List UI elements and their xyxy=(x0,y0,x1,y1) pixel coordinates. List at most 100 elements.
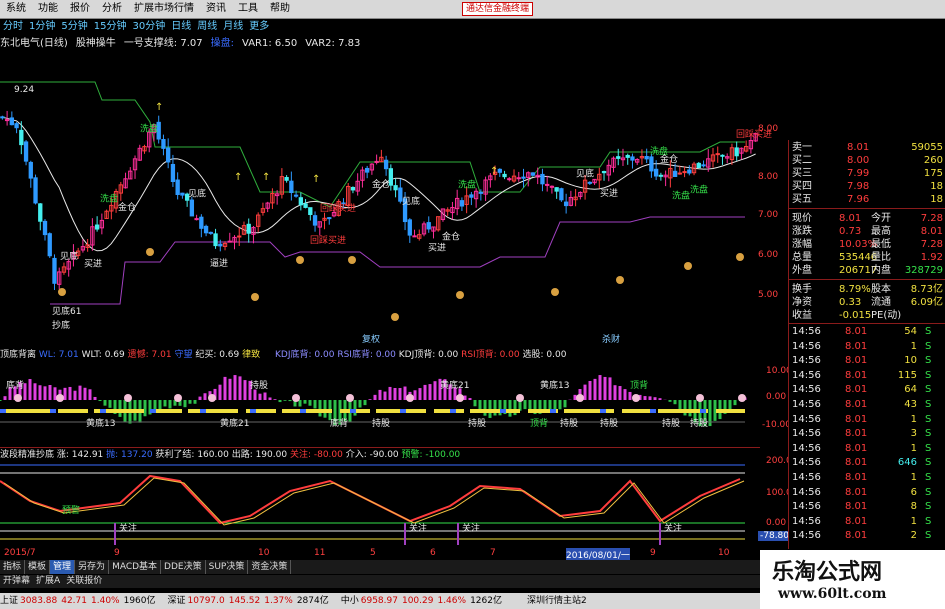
tick-row[interactable]: 14:56 8.01 8 S xyxy=(789,500,945,514)
indicator-tab[interactable]: 模板 xyxy=(25,560,51,574)
tick-row[interactable]: 14:56 8.01 6 S xyxy=(789,486,945,500)
ind1-title[interactable]: 顶底背离 xyxy=(0,350,36,360)
candle-body xyxy=(601,170,607,174)
tick-row[interactable]: 14:56 8.01 64 S xyxy=(789,383,945,397)
tick-side: S xyxy=(925,428,932,440)
bottom-label[interactable]: 杀财 xyxy=(602,332,620,345)
tick-side: S xyxy=(925,472,932,483)
tick-time: 14:56 xyxy=(792,413,821,425)
tick-row[interactable]: 14:56 8.01 43 S xyxy=(789,398,945,412)
tick-row[interactable]: 14:56 8.01 10 S xyxy=(789,354,945,368)
index-quote[interactable]: 深证 10797.0 145.52 1.37% 2874亿 xyxy=(168,596,335,606)
warn-label: 预警 xyxy=(62,506,81,516)
candle-body xyxy=(682,171,687,174)
signal-dot xyxy=(456,394,464,402)
tick-side: S xyxy=(925,326,932,337)
bottom-label[interactable]: 复权 xyxy=(362,332,380,345)
index-value: 6958.97 xyxy=(360,596,398,606)
money-bag-icon xyxy=(551,288,559,296)
promo-badge[interactable]: 通达信金融终端 xyxy=(461,2,533,16)
menu-quote[interactable]: 报价 xyxy=(64,0,96,18)
candle-body xyxy=(502,173,507,178)
attention-label: 关注 xyxy=(462,522,480,534)
menu-function[interactable]: 功能 xyxy=(32,0,64,18)
signal-dot xyxy=(576,394,584,402)
indicator-tab[interactable]: 另存为 xyxy=(75,560,110,574)
menu-system[interactable]: 系统 xyxy=(0,0,32,18)
indicator-tab[interactable]: DDE决策 xyxy=(161,560,206,574)
tick-side: S xyxy=(925,457,932,469)
menu-tools[interactable]: 工具 xyxy=(232,0,264,18)
period-tab[interactable]: 5分钟 xyxy=(58,19,90,35)
indicator1-label: 顶背 xyxy=(530,417,548,429)
tick-time: 14:56 xyxy=(792,326,821,337)
period-tab[interactable]: 月线 xyxy=(220,19,246,35)
attention-label: 关注 xyxy=(664,522,682,534)
period-tab[interactable]: 更多 xyxy=(246,19,272,35)
candlestick-chart[interactable]: 洗盘金仓见底买进见底逼进洗盘回踩买进回踩买进金仓见底买进洗盘金仓见底买进洗盘洗盘… xyxy=(0,52,788,348)
tick-row[interactable]: 14:56 8.01 1 S xyxy=(789,471,945,485)
ind1-jm: 纪买: 0.69 xyxy=(195,350,240,360)
tick-row[interactable]: 14:56 8.01 1 S xyxy=(789,442,945,456)
low-label: 见底61 xyxy=(52,307,82,317)
indicator-tab[interactable]: 资金决策 xyxy=(248,560,292,574)
extra-tab[interactable]: 关联报价 xyxy=(63,575,105,588)
indicator1-label: 持股 xyxy=(690,417,708,429)
tick-row[interactable]: 14:56 8.01 1 S xyxy=(789,515,945,529)
candle-body xyxy=(14,123,19,129)
candle-body xyxy=(350,186,356,191)
menu-help[interactable]: 帮助 xyxy=(264,0,296,18)
candle-body xyxy=(47,233,52,257)
signal-dot xyxy=(292,394,300,402)
period-bar: 分时 1分钟 5分钟 15分钟 30分钟 日线 周线 月线 更多 xyxy=(0,19,533,35)
indicator2-chart[interactable]: 关注 关注 关注 关注 xyxy=(0,461,760,547)
menu-ext-market[interactable]: 扩展市场行情 xyxy=(128,0,200,18)
tick-row[interactable]: 14:56 8.01 2 S xyxy=(789,529,945,543)
tick-row[interactable]: 14:56 8.01 115 S xyxy=(789,369,945,383)
indicator-tab[interactable]: MACD基本 xyxy=(109,560,162,574)
server-name[interactable]: 深圳行情主站2 xyxy=(527,593,587,609)
period-tab[interactable]: 周线 xyxy=(194,19,220,35)
index-quote[interactable]: 上证 3083.88 42.71 1.40% 1960亿 xyxy=(0,596,162,606)
extra-tab[interactable]: 开弹幕 xyxy=(0,575,33,588)
indicator-info-bar: 东北电气(日线) 股神操牛 一号支撑线: 7.07 操盘: VAR1: 6.50 VAR2… xyxy=(0,36,760,52)
stock-title: 东北电气(日线) xyxy=(0,38,68,49)
indicator-tab[interactable]: 管理 xyxy=(50,560,76,574)
tick-row[interactable]: 14:56 8.01 646 S xyxy=(789,456,945,470)
indicator-name[interactable]: 股神操牛 xyxy=(76,38,116,49)
period-tab[interactable]: 日线 xyxy=(168,19,194,35)
extra-tab[interactable]: 扩展A xyxy=(33,575,63,588)
period-tab[interactable]: 1分钟 xyxy=(26,19,58,35)
tick-time: 14:56 xyxy=(792,428,821,440)
candle-body xyxy=(563,201,569,207)
index-quote[interactable]: 中小 6958.97 100.29 1.46% 1262亿 xyxy=(341,596,508,606)
var1-value: VAR1: 6.50 xyxy=(242,38,298,49)
tick-row[interactable]: 14:56 8.01 3 S xyxy=(789,427,945,441)
watermark-title: 乐淘公式网 xyxy=(772,560,883,585)
index-value: 10797.0 xyxy=(187,596,225,606)
candle-body xyxy=(227,240,232,243)
menu-news[interactable]: 资讯 xyxy=(200,0,232,18)
watermark-url: www.60lt.com xyxy=(778,586,887,602)
menu-analysis[interactable]: 分析 xyxy=(96,0,128,18)
tick-volume: 8 xyxy=(910,501,917,513)
tick-row[interactable]: 14:56 8.01 54 S xyxy=(789,325,945,339)
order-price: 7.96 xyxy=(847,194,870,205)
candle-body xyxy=(625,154,630,158)
period-tab[interactable]: 15分钟 xyxy=(91,19,130,35)
period-tab[interactable]: 分时 xyxy=(0,19,26,35)
candle-body xyxy=(383,159,389,170)
order-book-row[interactable]: 买五 7.96 18 xyxy=(789,192,945,208)
indicator-tab[interactable]: SUP决策 xyxy=(206,560,249,574)
tick-row[interactable]: 14:56 8.01 1 S xyxy=(789,340,945,354)
ind2-title[interactable]: 波段精准抄底 xyxy=(0,450,54,460)
candle-body xyxy=(696,162,701,169)
ind1-kdj2: KDJ顶背: 0.00 xyxy=(398,350,459,360)
indicator1-chart[interactable]: 底背黄底13 黄底21持股底背 持股黄底21持股 顶背黄底13持股 持股顶背持股 持股 xyxy=(0,362,760,446)
indicator-tab[interactable]: 指标 xyxy=(0,560,26,574)
divider xyxy=(789,208,945,209)
period-tab[interactable]: 30分钟 xyxy=(129,19,168,35)
tick-price: 8.01 xyxy=(845,340,868,352)
tick-row[interactable]: 14:56 8.01 1 S xyxy=(789,413,945,427)
support-line xyxy=(50,216,745,305)
